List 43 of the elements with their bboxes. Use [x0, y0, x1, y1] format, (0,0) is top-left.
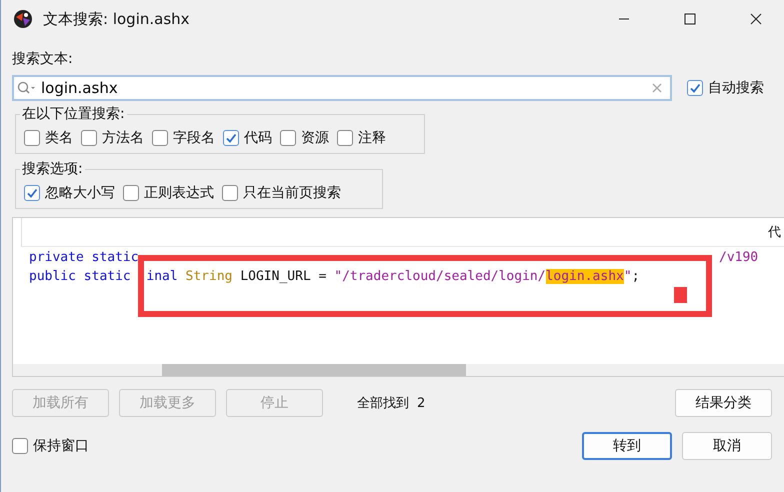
- dialog-button[interactable]: 转到: [582, 432, 672, 460]
- window-title: 文本搜索: login.ashx: [43, 10, 190, 28]
- app-logo-icon: [13, 9, 33, 29]
- checkbox[interactable]: [123, 185, 139, 201]
- group-title: 搜索选项:: [21, 160, 84, 178]
- search-icon: [17, 81, 37, 95]
- checkbox-label: 保持窗口: [33, 437, 89, 455]
- checkbox-label: 注释: [358, 129, 386, 147]
- annotation-mark: [674, 287, 687, 303]
- checkbox[interactable]: [223, 130, 239, 146]
- checkbox[interactable]: [687, 80, 703, 96]
- found-count: 2: [417, 396, 426, 410]
- checkbox-label: 自动搜索: [708, 79, 764, 97]
- checkbox[interactable]: [337, 130, 353, 146]
- checkbox[interactable]: [222, 185, 238, 201]
- checkbox-label: 只在当前页搜索: [243, 184, 341, 202]
- checkbox[interactable]: [12, 438, 28, 454]
- checkbox-label: 方法名: [102, 129, 144, 147]
- horizontal-scrollbar[interactable]: [13, 364, 784, 376]
- maximize-icon[interactable]: [684, 13, 696, 25]
- checkbox[interactable]: [81, 130, 97, 146]
- dialog-button[interactable]: 取消: [682, 432, 772, 460]
- found-label: 全部找到: [357, 395, 409, 412]
- checkbox-label: 类名: [45, 129, 73, 147]
- checkbox[interactable]: [24, 185, 40, 201]
- code-line[interactable]: public static inal String LOGIN_URL = "/tradercloud/sealed/login/login.ashx";: [29, 269, 784, 288]
- checkbox-label: 资源: [301, 129, 329, 147]
- checkbox[interactable]: [280, 130, 296, 146]
- checkbox-label: 忽略大小写: [45, 184, 115, 202]
- column-header[interactable]: 代: [768, 223, 784, 241]
- checkbox[interactable]: [24, 130, 40, 146]
- checkbox-label: 字段名: [173, 129, 215, 147]
- code-line[interactable]: private static /v190: [29, 250, 784, 269]
- close-icon[interactable]: [750, 13, 762, 25]
- checkbox-label: 代码: [244, 129, 272, 147]
- group-title: 在以下位置搜索:: [21, 105, 126, 123]
- checkbox-label: 正则表达式: [144, 184, 214, 202]
- checkbox[interactable]: [152, 130, 168, 146]
- search-label: 搜索文本:: [12, 50, 74, 69]
- search-input[interactable]: login.ashx: [37, 79, 652, 97]
- search-field[interactable]: login.ashx: [12, 75, 672, 101]
- group-results-button[interactable]: 结果分类: [675, 389, 772, 417]
- clear-icon[interactable]: [652, 83, 662, 93]
